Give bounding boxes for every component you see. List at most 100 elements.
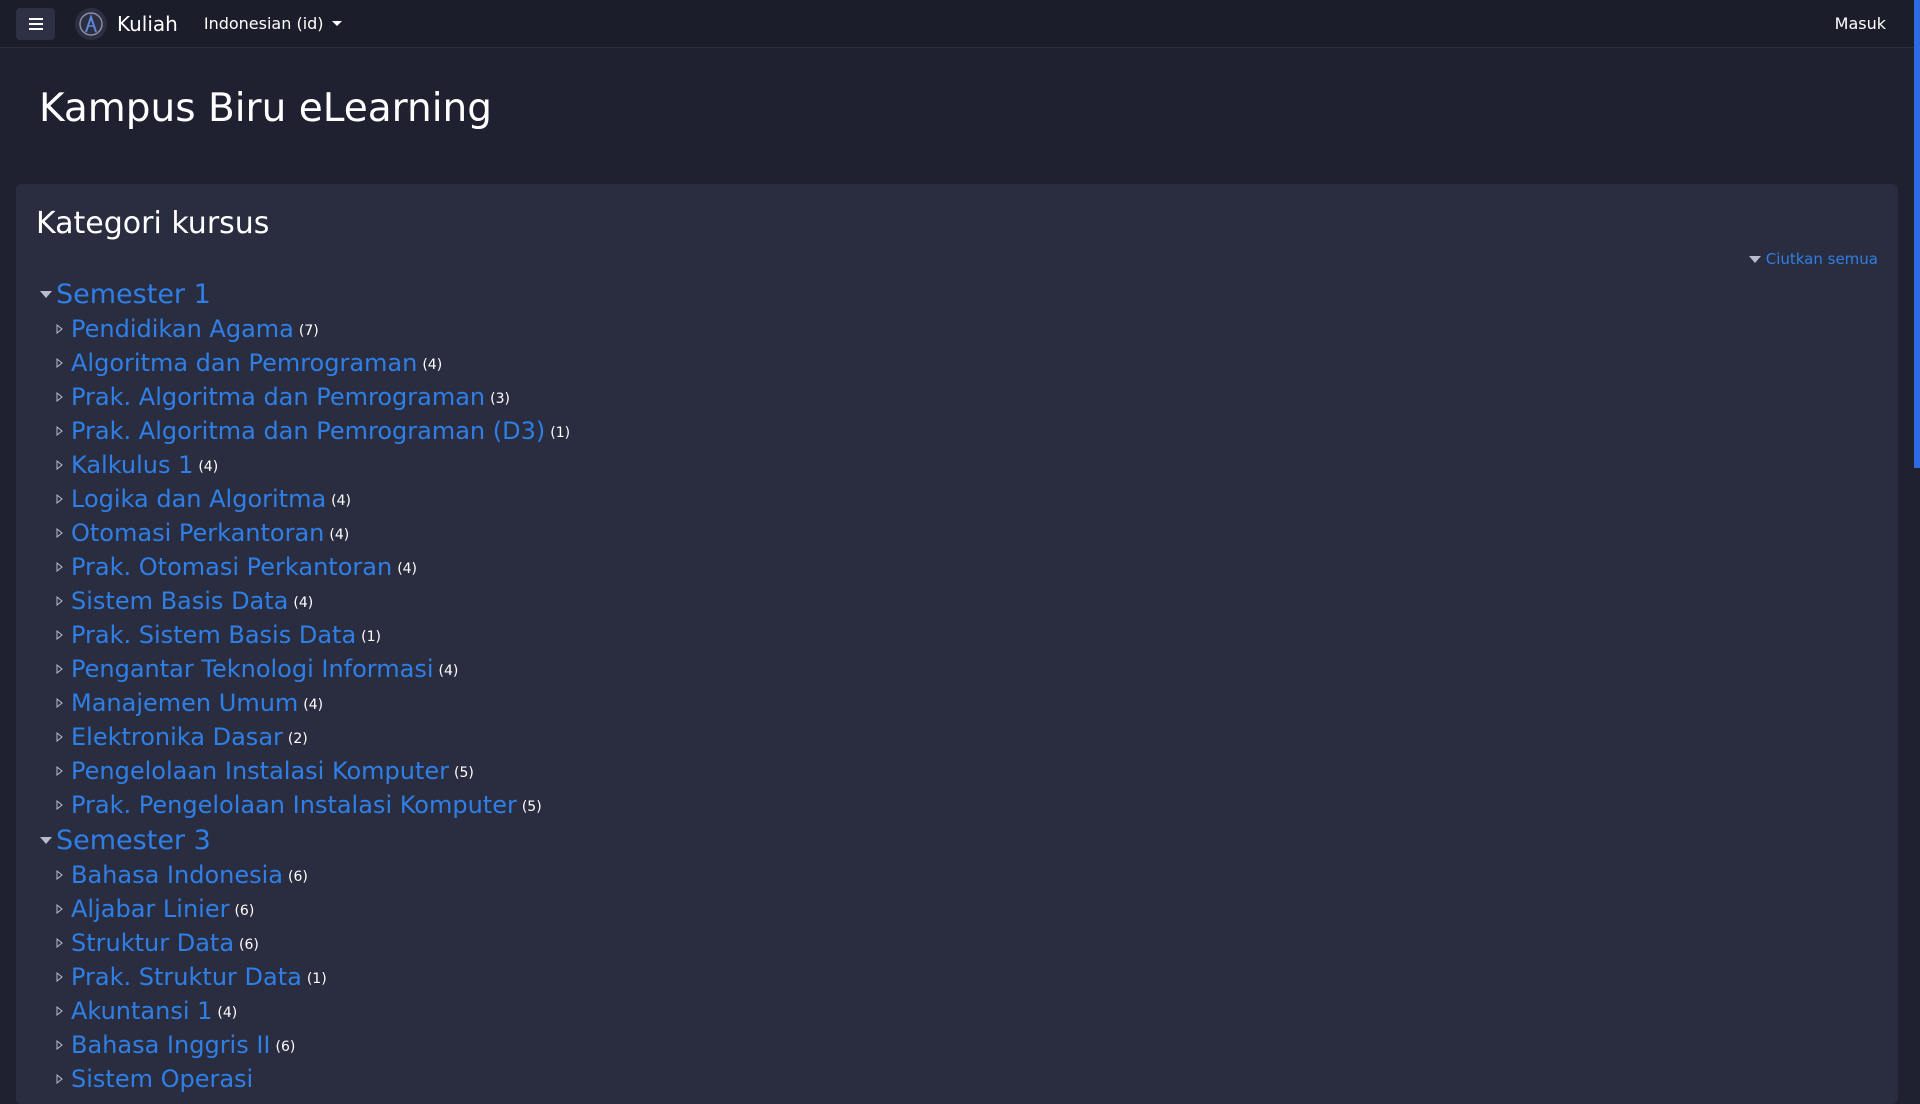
collapse-all-link[interactable]: Ciutkan semua bbox=[1748, 250, 1878, 268]
course-count: (6) bbox=[275, 1039, 296, 1055]
course-category-link[interactable]: Sistem Operasi bbox=[71, 1065, 253, 1093]
list-item[interactable]: Prak. Otomasi Perkantoran (4) bbox=[40, 550, 570, 584]
course-category-link[interactable]: Elektronika Dasar bbox=[71, 723, 283, 751]
collapsed-triangle-icon bbox=[56, 528, 63, 538]
category-label[interactable]: Semester 1 bbox=[56, 279, 211, 310]
list-item[interactable]: Algoritma dan Pemrograman (4) bbox=[40, 346, 570, 380]
course-categories-card: Kategori kursus Ciutkan semua Semester 1… bbox=[16, 184, 1898, 1104]
course-count: (4) bbox=[293, 595, 314, 611]
category-label[interactable]: Semester 3 bbox=[56, 825, 211, 856]
category-semester-3[interactable]: Semester 3 bbox=[40, 822, 570, 858]
course-category-link[interactable]: Kalkulus 1 bbox=[71, 451, 193, 479]
course-category-link[interactable]: Prak. Struktur Data bbox=[71, 963, 302, 991]
collapsed-triangle-icon bbox=[56, 904, 63, 914]
collapsed-triangle-icon bbox=[56, 800, 63, 810]
course-category-link[interactable]: Prak. Otomasi Perkantoran bbox=[71, 553, 392, 581]
course-count: (4) bbox=[217, 1005, 238, 1021]
course-category-link[interactable]: Otomasi Perkantoran bbox=[71, 519, 324, 547]
list-item[interactable]: Sistem Basis Data (4) bbox=[40, 584, 570, 618]
collapsed-triangle-icon bbox=[56, 766, 63, 776]
list-item[interactable]: Prak. Pengelolaan Instalasi Komputer (5) bbox=[40, 788, 570, 822]
list-item[interactable]: Akuntansi 1 (4) bbox=[40, 994, 570, 1028]
list-item[interactable]: Sistem Operasi bbox=[40, 1062, 570, 1096]
list-item[interactable]: Elektronika Dasar (2) bbox=[40, 720, 570, 754]
brand-link[interactable]: Kuliah bbox=[75, 7, 178, 40]
collapsed-triangle-icon bbox=[56, 460, 63, 470]
list-item[interactable]: Prak. Sistem Basis Data (1) bbox=[40, 618, 570, 652]
course-count: (1) bbox=[550, 425, 571, 441]
course-count: (6) bbox=[234, 903, 255, 919]
course-count: (5) bbox=[454, 765, 474, 781]
list-item[interactable]: Struktur Data (6) bbox=[40, 926, 570, 960]
list-item[interactable]: Pengelolaan Instalasi Komputer (5) bbox=[40, 754, 570, 788]
list-item[interactable]: Bahasa Inggris II (6) bbox=[40, 1028, 570, 1062]
list-item[interactable]: Pendidikan Agama (7) bbox=[40, 312, 570, 346]
list-item[interactable]: Prak. Algoritma dan Pemrograman (D3) (1) bbox=[40, 414, 570, 448]
course-category-link[interactable]: Prak. Pengelolaan Instalasi Komputer bbox=[71, 791, 517, 819]
course-category-link[interactable]: Sistem Basis Data bbox=[71, 587, 288, 615]
collapsed-triangle-icon bbox=[56, 630, 63, 640]
login-link[interactable]: Masuk bbox=[1835, 14, 1886, 33]
course-category-link[interactable]: Prak. Sistem Basis Data bbox=[71, 621, 356, 649]
chevron-down-icon bbox=[331, 21, 342, 26]
list-item[interactable]: Otomasi Perkantoran (4) bbox=[40, 516, 570, 550]
list-item[interactable]: Kalkulus 1 (4) bbox=[40, 448, 570, 482]
course-category-link[interactable]: Prak. Algoritma dan Pemrograman bbox=[71, 383, 485, 411]
course-count: (7) bbox=[298, 323, 319, 339]
hamburger-icon bbox=[28, 17, 43, 30]
language-label: Indonesian (id) bbox=[203, 14, 324, 33]
course-category-link[interactable]: Manajemen Umum bbox=[71, 689, 298, 717]
course-count: (4) bbox=[438, 663, 459, 679]
expanded-triangle-icon bbox=[40, 836, 52, 844]
collapsed-triangle-icon bbox=[56, 358, 63, 368]
list-item[interactable]: Logika dan Algoritma (4) bbox=[40, 482, 570, 516]
collapsed-triangle-icon bbox=[56, 324, 63, 334]
course-category-link[interactable]: Prak. Algoritma dan Pemrograman (D3) bbox=[71, 417, 545, 445]
course-count: (4) bbox=[397, 561, 418, 577]
list-item[interactable]: Aljabar Linier (6) bbox=[40, 892, 570, 926]
collapsed-triangle-icon bbox=[56, 698, 63, 708]
language-dropdown[interactable]: Indonesian (id) bbox=[204, 14, 342, 33]
list-item[interactable]: Bahasa Indonesia (6) bbox=[40, 858, 570, 892]
course-category-link[interactable]: Algoritma dan Pemrograman bbox=[71, 349, 417, 377]
collapsed-triangle-icon bbox=[56, 972, 63, 982]
collapsed-triangle-icon bbox=[56, 870, 63, 880]
menu-button[interactable] bbox=[16, 7, 55, 40]
course-category-link[interactable]: Struktur Data bbox=[71, 929, 234, 957]
collapse-all-label: Ciutkan semua bbox=[1765, 250, 1878, 268]
course-count: (6) bbox=[288, 869, 308, 885]
page-title: Kampus Biru eLearning bbox=[39, 86, 493, 131]
course-category-link[interactable]: Pengantar Teknologi Informasi bbox=[71, 655, 434, 683]
course-count: (4) bbox=[422, 357, 443, 373]
course-category-link[interactable]: Logika dan Algoritma bbox=[71, 485, 326, 513]
collapsed-triangle-icon bbox=[56, 1040, 63, 1050]
course-category-link[interactable]: Bahasa Inggris II bbox=[71, 1031, 271, 1059]
course-count: (2) bbox=[287, 731, 308, 747]
list-item[interactable]: Prak. Algoritma dan Pemrograman (3) bbox=[40, 380, 570, 414]
category-tree: Semester 1 Pendidikan Agama (7) Algoritma… bbox=[40, 276, 570, 1096]
course-count: (4) bbox=[198, 459, 219, 475]
collapsed-triangle-icon bbox=[56, 938, 63, 948]
collapsed-triangle-icon bbox=[56, 664, 63, 674]
category-semester-1[interactable]: Semester 1 bbox=[40, 276, 570, 312]
course-count: (1) bbox=[306, 971, 327, 987]
course-count: (6) bbox=[239, 937, 259, 953]
course-category-link[interactable]: Bahasa Indonesia bbox=[71, 861, 283, 889]
kuliah-logo-icon bbox=[75, 7, 107, 40]
course-category-link[interactable]: Akuntansi 1 bbox=[71, 997, 212, 1025]
collapsed-triangle-icon bbox=[56, 494, 63, 504]
list-item[interactable]: Pengantar Teknologi Informasi (4) bbox=[40, 652, 570, 686]
course-category-link[interactable]: Aljabar Linier bbox=[71, 895, 229, 923]
course-category-link[interactable]: Pengelolaan Instalasi Komputer bbox=[71, 757, 449, 785]
collapsed-triangle-icon bbox=[56, 562, 63, 572]
course-count: (1) bbox=[361, 629, 381, 645]
scrollbar-track[interactable] bbox=[1914, 0, 1920, 1080]
list-item[interactable]: Prak. Struktur Data (1) bbox=[40, 960, 570, 994]
expanded-triangle-icon bbox=[40, 290, 52, 298]
course-category-link[interactable]: Pendidikan Agama bbox=[71, 315, 294, 343]
scrollbar-thumb[interactable] bbox=[1914, 0, 1920, 468]
collapsed-triangle-icon bbox=[56, 1006, 63, 1016]
collapsed-triangle-icon bbox=[56, 426, 63, 436]
course-count: (5) bbox=[521, 799, 542, 815]
list-item[interactable]: Manajemen Umum (4) bbox=[40, 686, 570, 720]
